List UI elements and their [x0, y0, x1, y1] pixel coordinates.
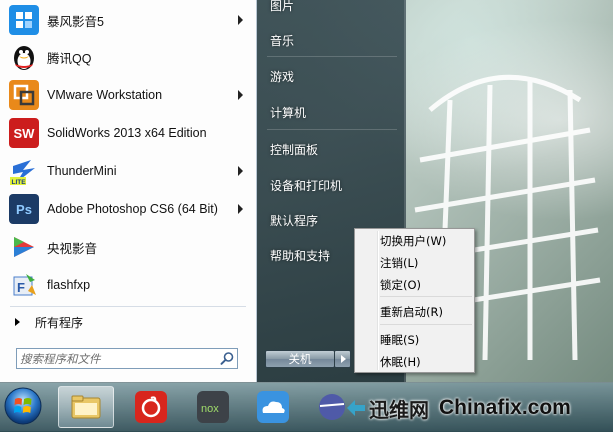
right-item-games[interactable]: 游戏 [270, 68, 294, 85]
watermark: 迅维网 Chinafix.com [337, 392, 613, 424]
program-baofeng[interactable]: 暴风影音5 [3, 2, 253, 38]
menu-separator [380, 296, 472, 297]
watermark-logo-icon [347, 400, 365, 416]
menu-item-restart[interactable]: 重新启动(R) [380, 304, 443, 320]
taskbar-explorer-button[interactable] [58, 386, 114, 428]
menu-separator [380, 324, 472, 325]
submenu-arrow-icon [238, 166, 243, 176]
power-options-menu: 切换用户(W) 注销(L) 锁定(O) 重新启动(R) 睡眠(S) 休眠(H) [354, 228, 475, 373]
svg-text:nox: nox [201, 403, 219, 415]
divider [267, 56, 397, 57]
cctv-icon [9, 232, 39, 262]
shutdown-options-button[interactable] [334, 350, 351, 368]
baofeng-icon [9, 5, 39, 35]
svg-text:F: F [17, 280, 25, 295]
program-thundermini[interactable]: LITE ThunderMini [3, 153, 253, 189]
search-box[interactable] [16, 348, 238, 369]
flashfxp-icon: F [9, 270, 39, 300]
program-label: ThunderMini [47, 164, 117, 178]
program-vmware[interactable]: VMware Workstation [3, 77, 253, 113]
explorer-folder-icon [71, 395, 101, 419]
program-label: SolidWorks 2013 x64 Edition [47, 126, 207, 140]
nox-player-icon: nox [197, 391, 229, 423]
program-qq[interactable]: 腾讯QQ [3, 39, 253, 75]
solidworks-icon: SW [9, 118, 39, 148]
right-item-computer[interactable]: 计算机 [270, 104, 306, 121]
program-label: flashfxp [47, 278, 91, 292]
qq-penguin-icon [9, 42, 39, 72]
submenu-arrow-icon [238, 90, 243, 100]
right-item-pictures[interactable]: 图片 [270, 0, 294, 14]
thunder-icon: LITE [9, 156, 39, 186]
svg-text:LITE: LITE [12, 179, 27, 186]
watermark-en-text: Chinafix.com [439, 396, 571, 419]
program-label: VMware Workstation [47, 88, 163, 102]
program-label: 暴风影音5 [47, 14, 104, 29]
divider [10, 306, 246, 307]
menu-item-sleep[interactable]: 睡眠(S) [380, 332, 419, 348]
program-label: 央视影音 [47, 241, 98, 256]
right-item-help-support[interactable]: 帮助和支持 [270, 247, 330, 264]
menu-item-switch-user[interactable]: 切换用户(W) [380, 233, 446, 249]
search-icon[interactable] [219, 351, 235, 366]
submenu-arrow-icon [238, 15, 243, 25]
program-photoshop[interactable]: Ps Adobe Photoshop CS6 (64 Bit) [3, 191, 253, 227]
divider [267, 129, 397, 130]
search-input[interactable] [20, 350, 210, 367]
shutdown-button[interactable]: 关机 [265, 350, 335, 368]
menu-item-hibernate[interactable]: 休眠(H) [380, 354, 421, 370]
menu-gutter [377, 231, 379, 370]
all-programs-button[interactable]: 所有程序 [8, 312, 248, 332]
chevron-right-icon [341, 355, 346, 363]
start-orb-icon[interactable] [3, 386, 43, 426]
program-cctv[interactable]: 央视影音 [3, 229, 253, 265]
photoshop-icon: Ps [9, 194, 39, 224]
vmware-icon [9, 80, 39, 110]
start-menu-left-pane: 暴风影音5 腾讯QQ VMware Workstation SW SolidWo… [0, 0, 257, 382]
menu-item-lock[interactable]: 锁定(O) [380, 277, 421, 293]
program-label: 腾讯QQ [47, 51, 92, 66]
all-programs-label: 所有程序 [35, 315, 84, 330]
program-solidworks[interactable]: SW SolidWorks 2013 x64 Edition [3, 115, 253, 151]
taskbar-netease-music-button[interactable] [124, 386, 180, 428]
expand-arrow-icon [15, 318, 20, 326]
watermark-cn-text: 迅维网 [369, 397, 429, 422]
right-item-control-panel[interactable]: 控制面板 [270, 141, 318, 158]
menu-item-log-off[interactable]: 注销(L) [380, 255, 418, 271]
right-item-default-programs[interactable]: 默认程序 [270, 212, 318, 229]
program-label: Adobe Photoshop CS6 (64 Bit) [47, 202, 218, 216]
right-item-devices-printers[interactable]: 设备和打印机 [270, 177, 342, 194]
right-item-music[interactable]: 音乐 [270, 32, 294, 49]
taskbar-nox-button[interactable]: nox [186, 386, 242, 428]
netease-music-icon [135, 391, 167, 423]
submenu-arrow-icon [238, 204, 243, 214]
taskbar-cloud-button[interactable] [246, 386, 302, 428]
program-flashfxp[interactable]: F flashfxp [3, 267, 253, 303]
cloud-drive-icon [257, 391, 289, 423]
